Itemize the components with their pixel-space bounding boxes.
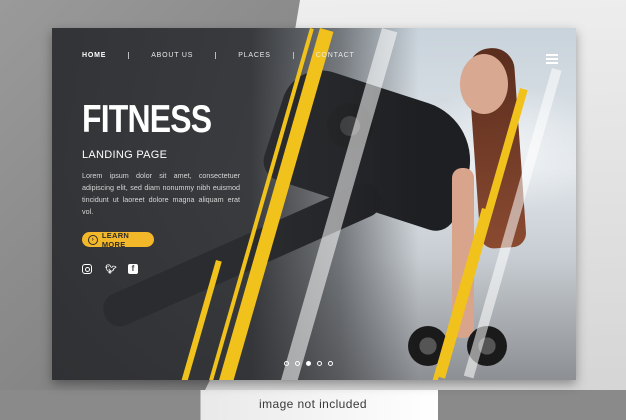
slider-dot[interactable] xyxy=(328,361,333,366)
learn-more-label: LEARN MORE xyxy=(101,230,130,249)
facebook-icon[interactable]: f xyxy=(128,264,138,274)
nav-item-home[interactable]: HOME xyxy=(82,52,106,59)
top-nav: HOME ABOUT US PLACES CONTACT xyxy=(82,52,355,59)
twitter-icon[interactable]: 🐦︎ xyxy=(105,264,116,274)
nav-separator xyxy=(292,52,294,59)
nav-separator xyxy=(128,52,130,59)
hero-description: Lorem ipsum dolor sit amet, consectetuer… xyxy=(82,171,240,216)
nav-item-about-us[interactable]: ABOUT US xyxy=(151,52,193,59)
nav-item-places[interactable]: PLACES xyxy=(238,52,270,59)
slider-dot[interactable] xyxy=(317,361,322,366)
landing-page-card: HOME ABOUT US PLACES CONTACT FITNESS LAN… xyxy=(52,28,576,380)
nav-item-contact[interactable]: CONTACT xyxy=(316,52,355,59)
slider-dot-active[interactable] xyxy=(306,361,311,366)
page-title: FITNESS xyxy=(82,98,212,141)
nav-separator xyxy=(215,52,217,59)
instagram-icon[interactable] xyxy=(82,264,92,274)
social-links: 🐦︎ f xyxy=(82,264,138,274)
image-caption: image not included xyxy=(259,397,367,411)
page-subtitle: LANDING PAGE xyxy=(82,149,168,161)
learn-more-button[interactable]: › LEARN MORE xyxy=(82,230,154,249)
slider-dot[interactable] xyxy=(284,361,289,366)
hamburger-menu-icon[interactable] xyxy=(546,54,558,66)
slider-dot[interactable] xyxy=(295,361,300,366)
slider-pagination xyxy=(284,361,333,366)
arrow-right-icon: › xyxy=(88,234,98,245)
